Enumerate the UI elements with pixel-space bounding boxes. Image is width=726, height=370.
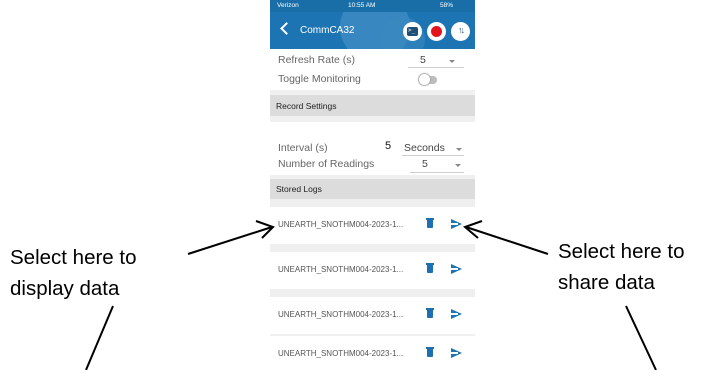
leader-line — [625, 305, 657, 370]
leader-line — [85, 305, 114, 370]
arrow-to-send — [465, 226, 549, 255]
annotation-arrows — [85, 220, 657, 370]
arrow-to-log-name — [187, 226, 273, 255]
